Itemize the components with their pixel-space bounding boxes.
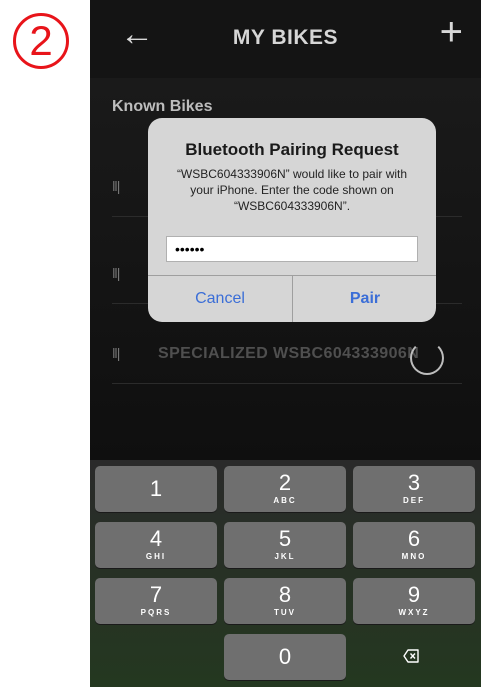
cancel-button[interactable]: Cancel <box>148 275 292 322</box>
key-number: 8 <box>278 582 292 607</box>
key-letters: DEF <box>403 496 425 505</box>
key-letters: PQRS <box>140 608 172 617</box>
pairing-code-input[interactable]: •••••• <box>166 236 418 262</box>
key-number: 1 <box>149 476 163 501</box>
backspace-icon <box>403 649 419 663</box>
key-number: 5 <box>278 526 292 551</box>
bike-name: SPECIALIZED WSBC604333906N <box>158 345 420 362</box>
key-letters: WXYZ <box>398 608 430 617</box>
page-title: MY BIKES <box>232 26 339 49</box>
nav-header: ← MY BIKES + <box>90 0 481 78</box>
key-7[interactable]: 7 PQRS <box>95 578 217 624</box>
loading-spinner-icon <box>410 341 444 375</box>
key-number: 0 <box>278 644 292 669</box>
pair-button[interactable]: Pair <box>293 275 436 322</box>
key-8[interactable]: 8 TUV <box>224 578 346 624</box>
signal-strength-icon: ‖| <box>112 178 120 194</box>
signal-strength-icon: ‖| <box>112 265 120 281</box>
key-number: 2 <box>278 470 292 495</box>
numeric-keypad: 1 2 ABC 3 DEF 4 GHI 5 JKL 6 MNO 7 PQRS 8… <box>90 460 481 687</box>
key-number: 7 <box>149 582 163 607</box>
key-letters: TUV <box>274 608 296 617</box>
key-3[interactable]: 3 DEF <box>353 466 475 512</box>
phone-screen: ← MY BIKES + Known Bikes ‖| ‖| ‖| SPECIA… <box>90 0 481 687</box>
dialog-message: “WSBC604333906N” would like to pair with… <box>176 167 408 213</box>
key-letters: GHI <box>145 552 167 561</box>
key-letters: ABC <box>273 496 297 505</box>
dialog-title: Bluetooth Pairing Request <box>185 140 399 159</box>
key-9[interactable]: 9 WXYZ <box>353 578 475 624</box>
key-number: 9 <box>407 582 421 607</box>
key-1[interactable]: 1 <box>95 466 217 512</box>
key-number: 4 <box>149 526 163 551</box>
step-number-marker: 2 <box>13 13 69 69</box>
add-bike-plus-icon[interactable]: + <box>440 10 463 54</box>
delete-key[interactable] <box>353 634 475 680</box>
bike-row[interactable]: ‖| SPECIALIZED WSBC604333906N <box>112 323 462 384</box>
key-number: 3 <box>407 470 421 495</box>
key-6[interactable]: 6 MNO <box>353 522 475 568</box>
key-5[interactable]: 5 JKL <box>224 522 346 568</box>
key-letters: JKL <box>274 552 296 561</box>
key-number: 6 <box>407 526 421 551</box>
signal-strength-icon: ‖| <box>112 345 120 361</box>
key-2[interactable]: 2 ABC <box>224 466 346 512</box>
bluetooth-pairing-dialog: Bluetooth Pairing Request “WSBC604333906… <box>148 118 436 322</box>
known-bikes-label: Known Bikes <box>112 98 213 115</box>
key-letters: MNO <box>401 552 427 561</box>
key-4[interactable]: 4 GHI <box>95 522 217 568</box>
key-0[interactable]: 0 <box>224 634 346 680</box>
